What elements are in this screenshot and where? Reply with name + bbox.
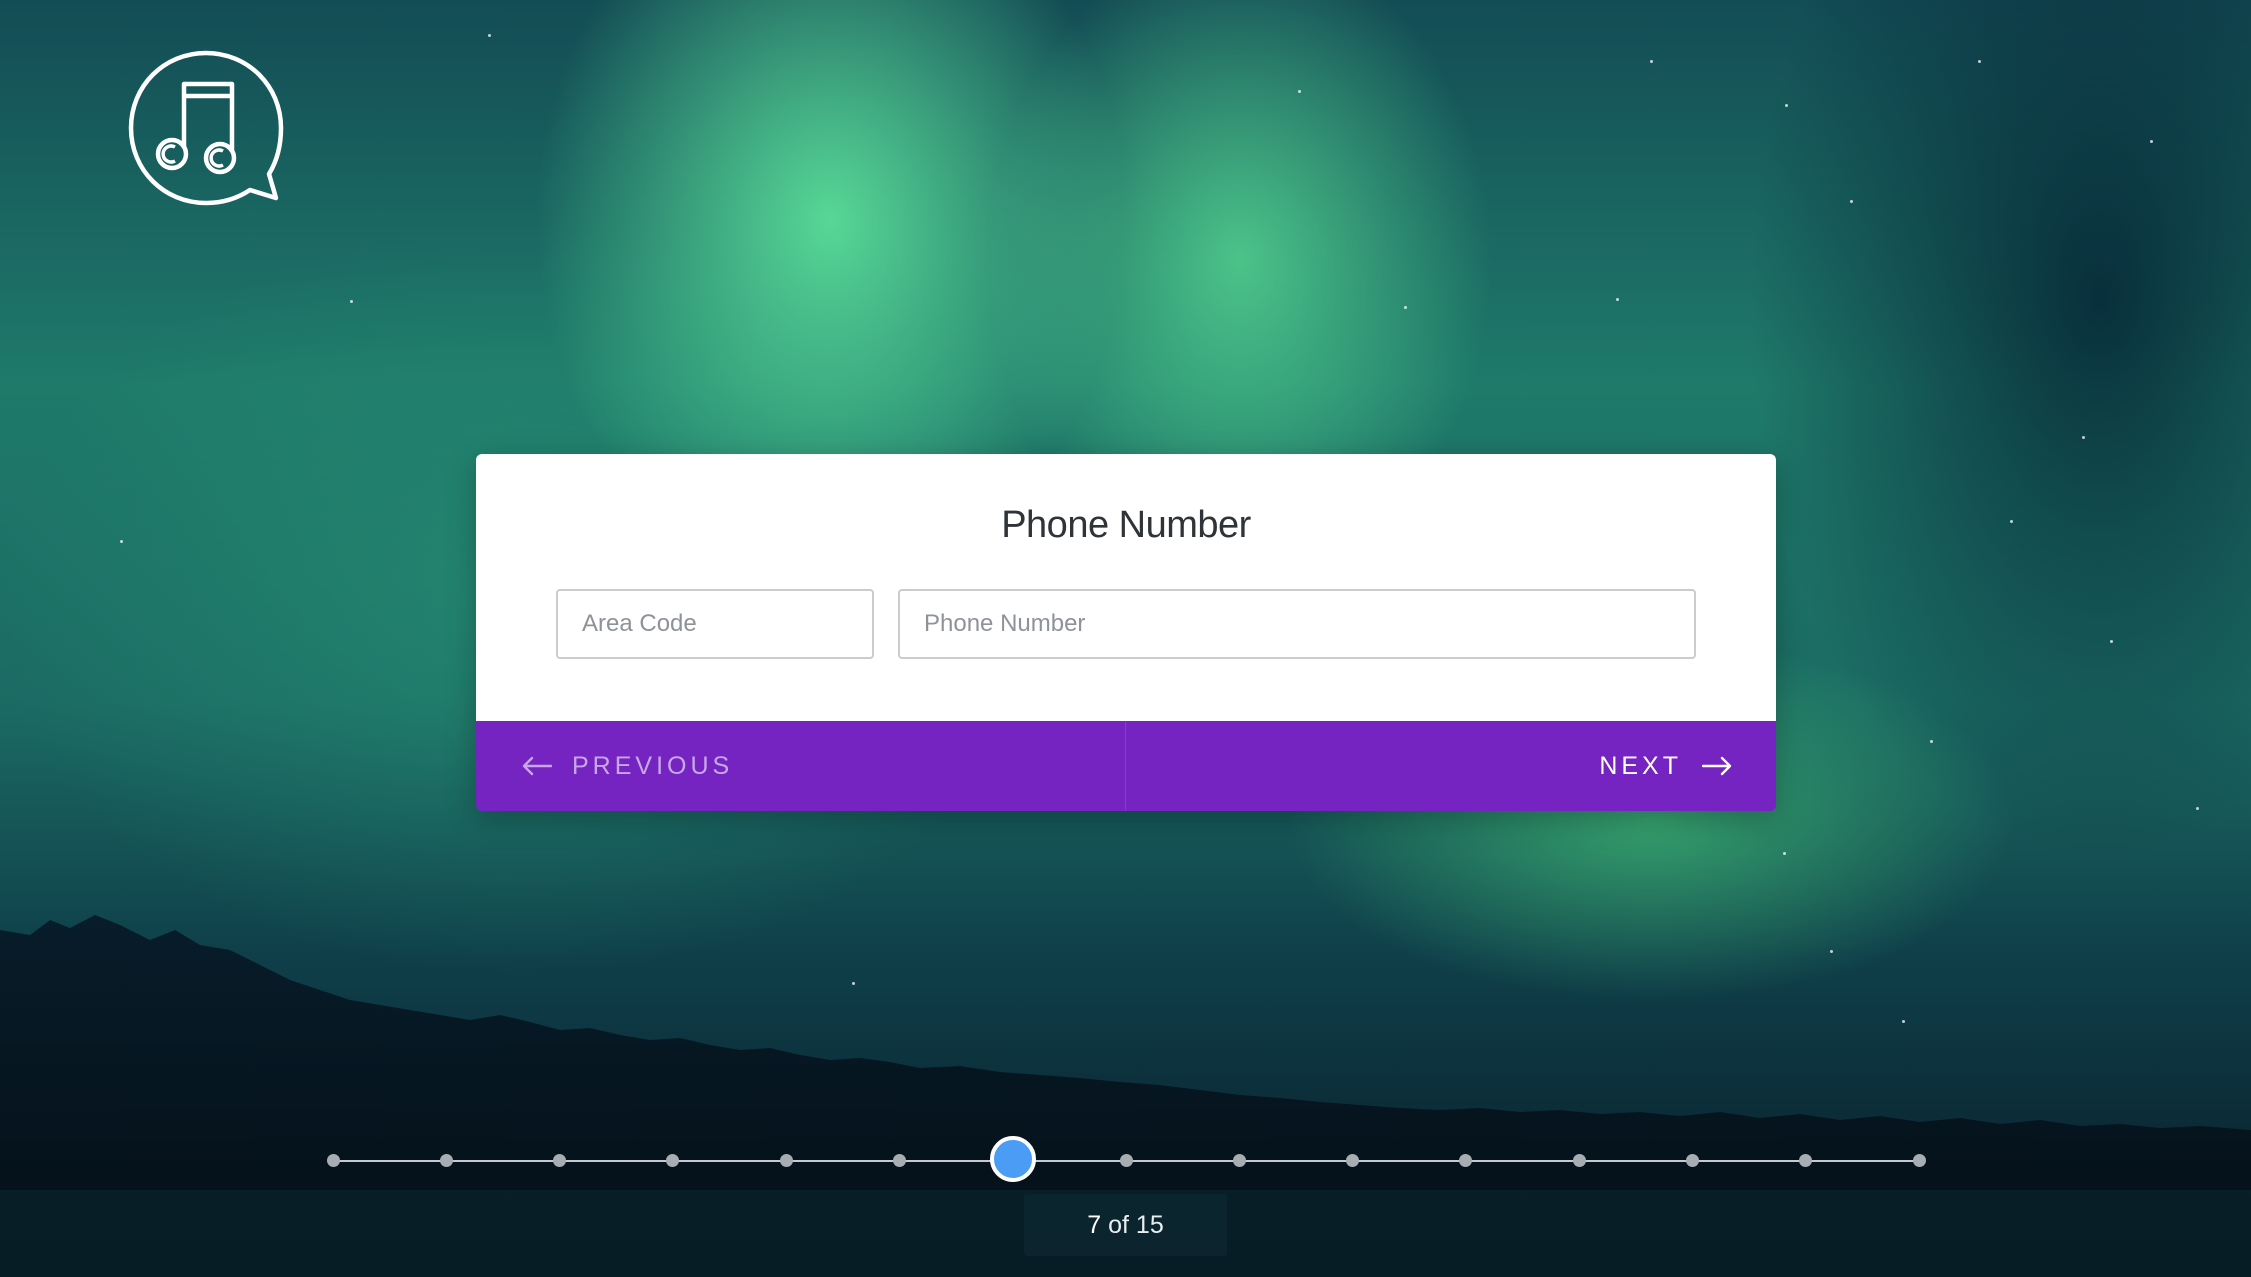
progress-tick[interactable] <box>892 1154 906 1167</box>
app-logo <box>126 48 286 208</box>
progress-tick[interactable] <box>326 1154 340 1167</box>
phone-number-input[interactable] <box>898 589 1696 659</box>
progress-tick[interactable] <box>1119 1154 1133 1167</box>
progress-tick[interactable] <box>1912 1154 1926 1167</box>
total-steps: 15 <box>1135 1210 1164 1239</box>
progress-tick[interactable] <box>1459 1154 1473 1167</box>
card-navigation: PREVIOUS NEXT <box>476 721 1776 811</box>
aurora-background: Phone Number PREVIOUS NEXT 7 of 15 <box>0 0 2251 1277</box>
progress-tick[interactable] <box>779 1154 793 1167</box>
progress-slider[interactable] <box>326 1136 1926 1182</box>
previous-button[interactable]: PREVIOUS <box>476 721 1126 811</box>
arrow-left-icon <box>522 756 552 776</box>
area-code-input[interactable] <box>556 589 874 659</box>
card-body: Phone Number <box>476 454 1776 721</box>
of-word: of <box>1108 1210 1129 1239</box>
question-title: Phone Number <box>1001 504 1251 546</box>
progress-tick[interactable] <box>1572 1154 1586 1167</box>
progress-tick[interactable] <box>1799 1154 1813 1167</box>
progress-tick[interactable] <box>666 1154 680 1167</box>
step-counter: 7 of 15 <box>1024 1194 1227 1256</box>
progress-handle[interactable] <box>989 1136 1036 1182</box>
arrow-right-icon <box>1702 756 1732 776</box>
progress-tick[interactable] <box>439 1154 453 1167</box>
next-label: NEXT <box>1599 751 1682 780</box>
next-button[interactable]: NEXT <box>1126 721 1776 811</box>
form-card: Phone Number PREVIOUS NEXT <box>476 454 1776 811</box>
previous-label: PREVIOUS <box>572 751 734 780</box>
progress-tick[interactable] <box>1685 1154 1699 1167</box>
progress-tick[interactable] <box>1232 1154 1246 1167</box>
progress-tick[interactable] <box>553 1154 567 1167</box>
music-notes-chat-bubble-icon <box>128 50 284 206</box>
progress-tick[interactable] <box>1346 1154 1360 1167</box>
current-step: 7 <box>1087 1210 1102 1239</box>
